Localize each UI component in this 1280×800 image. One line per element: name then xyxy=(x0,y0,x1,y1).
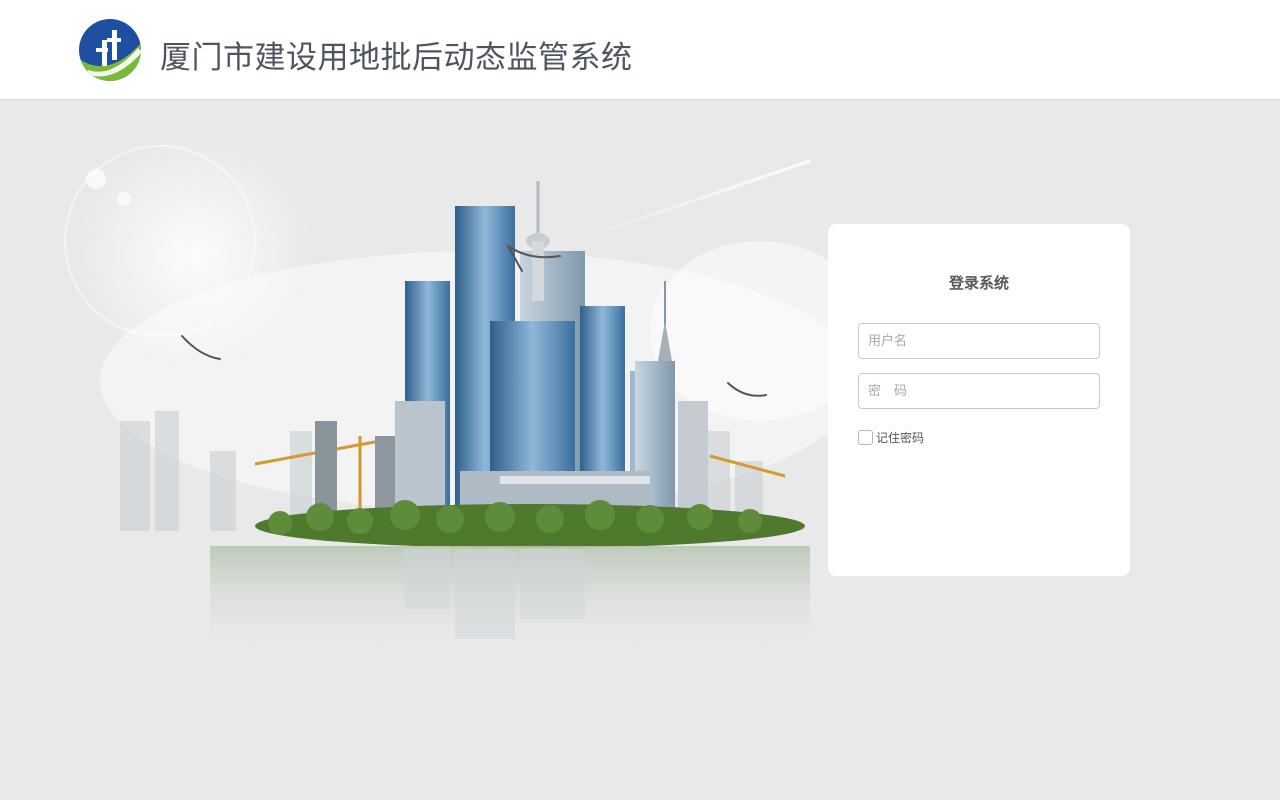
username-input[interactable] xyxy=(858,323,1100,359)
page-title: 厦门市建设用地批后动态监管系统 xyxy=(160,40,633,76)
city-logo-icon xyxy=(79,19,141,81)
login-title: 登录系统 xyxy=(948,274,1009,292)
header: 厦门市建设用地批后动态监管系统 xyxy=(0,0,1280,100)
password-input[interactable] xyxy=(858,373,1100,409)
remember-password-label: 记住密码 xyxy=(876,431,925,445)
login-card: 登录系统 记住密码 xyxy=(828,224,1130,576)
main-area: 登录系统 记住密码 xyxy=(0,101,1280,800)
remember-password-option[interactable]: 记住密码 xyxy=(858,429,924,446)
remember-password-checkbox[interactable] xyxy=(858,430,873,445)
city-skyline-illustration xyxy=(64,136,840,656)
